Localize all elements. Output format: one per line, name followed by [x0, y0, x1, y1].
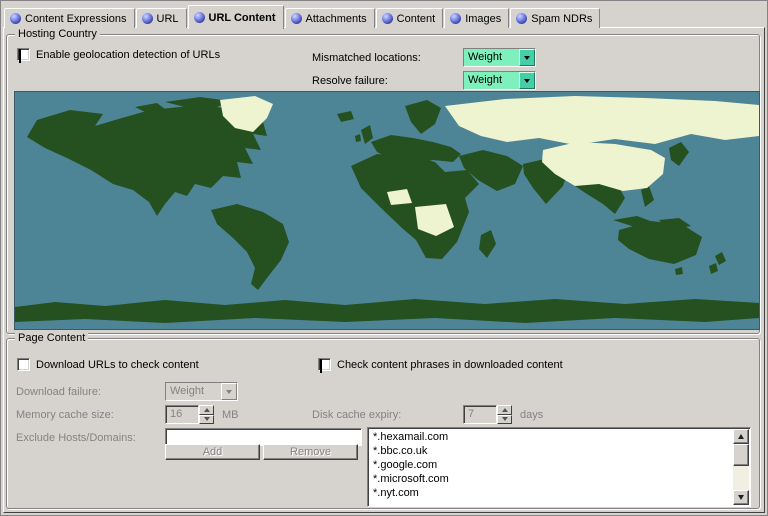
hosting-country-group: Hosting Country Enable geolocation detec… — [6, 34, 760, 334]
tab-bar: Content Expressions URL URL Content Atta… — [4, 4, 764, 28]
remove-button[interactable]: Remove — [263, 444, 358, 460]
memory-cache-label: Memory cache size: — [16, 409, 114, 421]
mismatched-locations-value: Weight — [464, 49, 519, 66]
download-urls-label: Download URLs to check content — [36, 359, 199, 371]
list-item[interactable]: *.google.com — [370, 458, 732, 472]
page-content-group: Page Content Download URLs to check cont… — [6, 338, 760, 509]
tab-attachments[interactable]: Attachments — [285, 8, 375, 28]
tab-icon — [382, 13, 393, 24]
memory-cache-unit: MB — [222, 409, 239, 421]
download-failure-value: Weight — [166, 383, 221, 400]
tab-url[interactable]: URL — [136, 8, 187, 28]
list-item[interactable]: *.nyt.com — [370, 486, 732, 500]
tab-label: URL Content — [209, 12, 276, 24]
tab-label: Attachments — [306, 13, 367, 25]
tab-label: Spam NDRs — [531, 13, 592, 25]
arrow-up-icon — [738, 434, 744, 439]
check-icon — [19, 49, 21, 63]
spinner-buttons — [199, 405, 214, 424]
dropdown-button[interactable] — [519, 72, 535, 89]
download-urls-row: Download URLs to check content — [17, 358, 199, 371]
tab-label: Content — [397, 13, 436, 25]
group-title: Page Content — [15, 331, 88, 345]
arrow-up-icon — [204, 408, 210, 412]
list-item[interactable]: *.microsoft.com — [370, 472, 732, 486]
enable-geolocation-label: Enable geolocation detection of URLs — [36, 49, 220, 61]
tab-images[interactable]: Images — [444, 8, 509, 28]
check-phrases-checkbox[interactable] — [318, 358, 331, 371]
dropdown-button[interactable] — [519, 49, 535, 66]
arrow-down-icon — [738, 495, 744, 500]
tab-icon — [194, 12, 205, 23]
vertical-scrollbar[interactable] — [733, 429, 749, 505]
spin-down-button[interactable] — [199, 415, 214, 425]
tab-label: URL — [157, 13, 179, 25]
arrow-down-icon — [502, 417, 508, 421]
arrow-up-icon — [502, 408, 508, 412]
disk-cache-spinner: 7 — [463, 405, 512, 424]
memory-cache-spinner: 16 — [165, 405, 214, 424]
download-failure-label: Download failure: — [16, 386, 101, 398]
resolve-failure-value: Weight — [464, 72, 519, 89]
chevron-down-icon — [524, 79, 530, 83]
spinner-buttons — [497, 405, 512, 424]
tab-icon — [10, 13, 21, 24]
spin-down-button[interactable] — [497, 415, 512, 425]
tab-label: Images — [465, 13, 501, 25]
exclude-hosts-label: Exclude Hosts/Domains: — [16, 432, 136, 444]
group-title: Hosting Country — [15, 27, 100, 41]
list-items: *.hexamail.com *.bbc.co.uk *.google.com … — [370, 430, 732, 504]
scroll-up-button[interactable] — [733, 429, 749, 444]
url-content-settings-window: Content Expressions URL URL Content Atta… — [0, 0, 768, 516]
arrow-down-icon — [204, 417, 210, 421]
download-failure-select[interactable]: Weight — [165, 382, 238, 401]
download-urls-checkbox[interactable] — [17, 358, 30, 371]
resolve-failure-label: Resolve failure: — [312, 75, 388, 87]
memory-cache-value[interactable]: 16 — [165, 405, 199, 424]
chevron-down-icon — [524, 56, 530, 60]
mismatched-locations-select[interactable]: Weight — [463, 48, 536, 67]
world-map — [14, 91, 760, 330]
tab-label: Content Expressions — [25, 13, 127, 25]
dropdown-button[interactable] — [221, 383, 237, 400]
enable-geolocation-checkbox[interactable] — [17, 48, 30, 61]
tab-icon — [291, 13, 302, 24]
region-russia — [445, 96, 759, 145]
check-phrases-row: Check content phrases in downloaded cont… — [318, 358, 563, 371]
list-item[interactable]: *.bbc.co.uk — [370, 444, 732, 458]
add-button[interactable]: Add — [165, 444, 260, 460]
spin-up-button[interactable] — [497, 405, 512, 415]
enable-geolocation-row: Enable geolocation detection of URLs — [17, 48, 220, 61]
disk-cache-unit: days — [520, 409, 543, 421]
check-phrases-label: Check content phrases in downloaded cont… — [337, 359, 563, 371]
tab-url-content[interactable]: URL Content — [188, 5, 284, 29]
resolve-failure-select[interactable]: Weight — [463, 71, 536, 90]
tab-spam-ndrs[interactable]: Spam NDRs — [510, 8, 600, 28]
scroll-down-button[interactable] — [733, 490, 749, 505]
check-icon — [320, 359, 322, 373]
world-map-svg — [15, 92, 759, 329]
disk-cache-label: Disk cache expiry: — [312, 409, 401, 421]
tab-content[interactable]: Content — [376, 8, 444, 28]
mismatched-locations-label: Mismatched locations: — [312, 52, 421, 64]
disk-cache-value[interactable]: 7 — [463, 405, 497, 424]
tab-icon — [516, 13, 527, 24]
exclude-hosts-list: *.hexamail.com *.bbc.co.uk *.google.com … — [367, 427, 751, 507]
list-item[interactable]: *.hexamail.com — [370, 430, 732, 444]
tab-icon — [450, 13, 461, 24]
chevron-down-icon — [226, 390, 232, 394]
tab-icon — [142, 13, 153, 24]
tab-content-expressions[interactable]: Content Expressions — [4, 8, 135, 28]
scrollbar-thumb[interactable] — [733, 444, 749, 466]
spin-up-button[interactable] — [199, 405, 214, 415]
